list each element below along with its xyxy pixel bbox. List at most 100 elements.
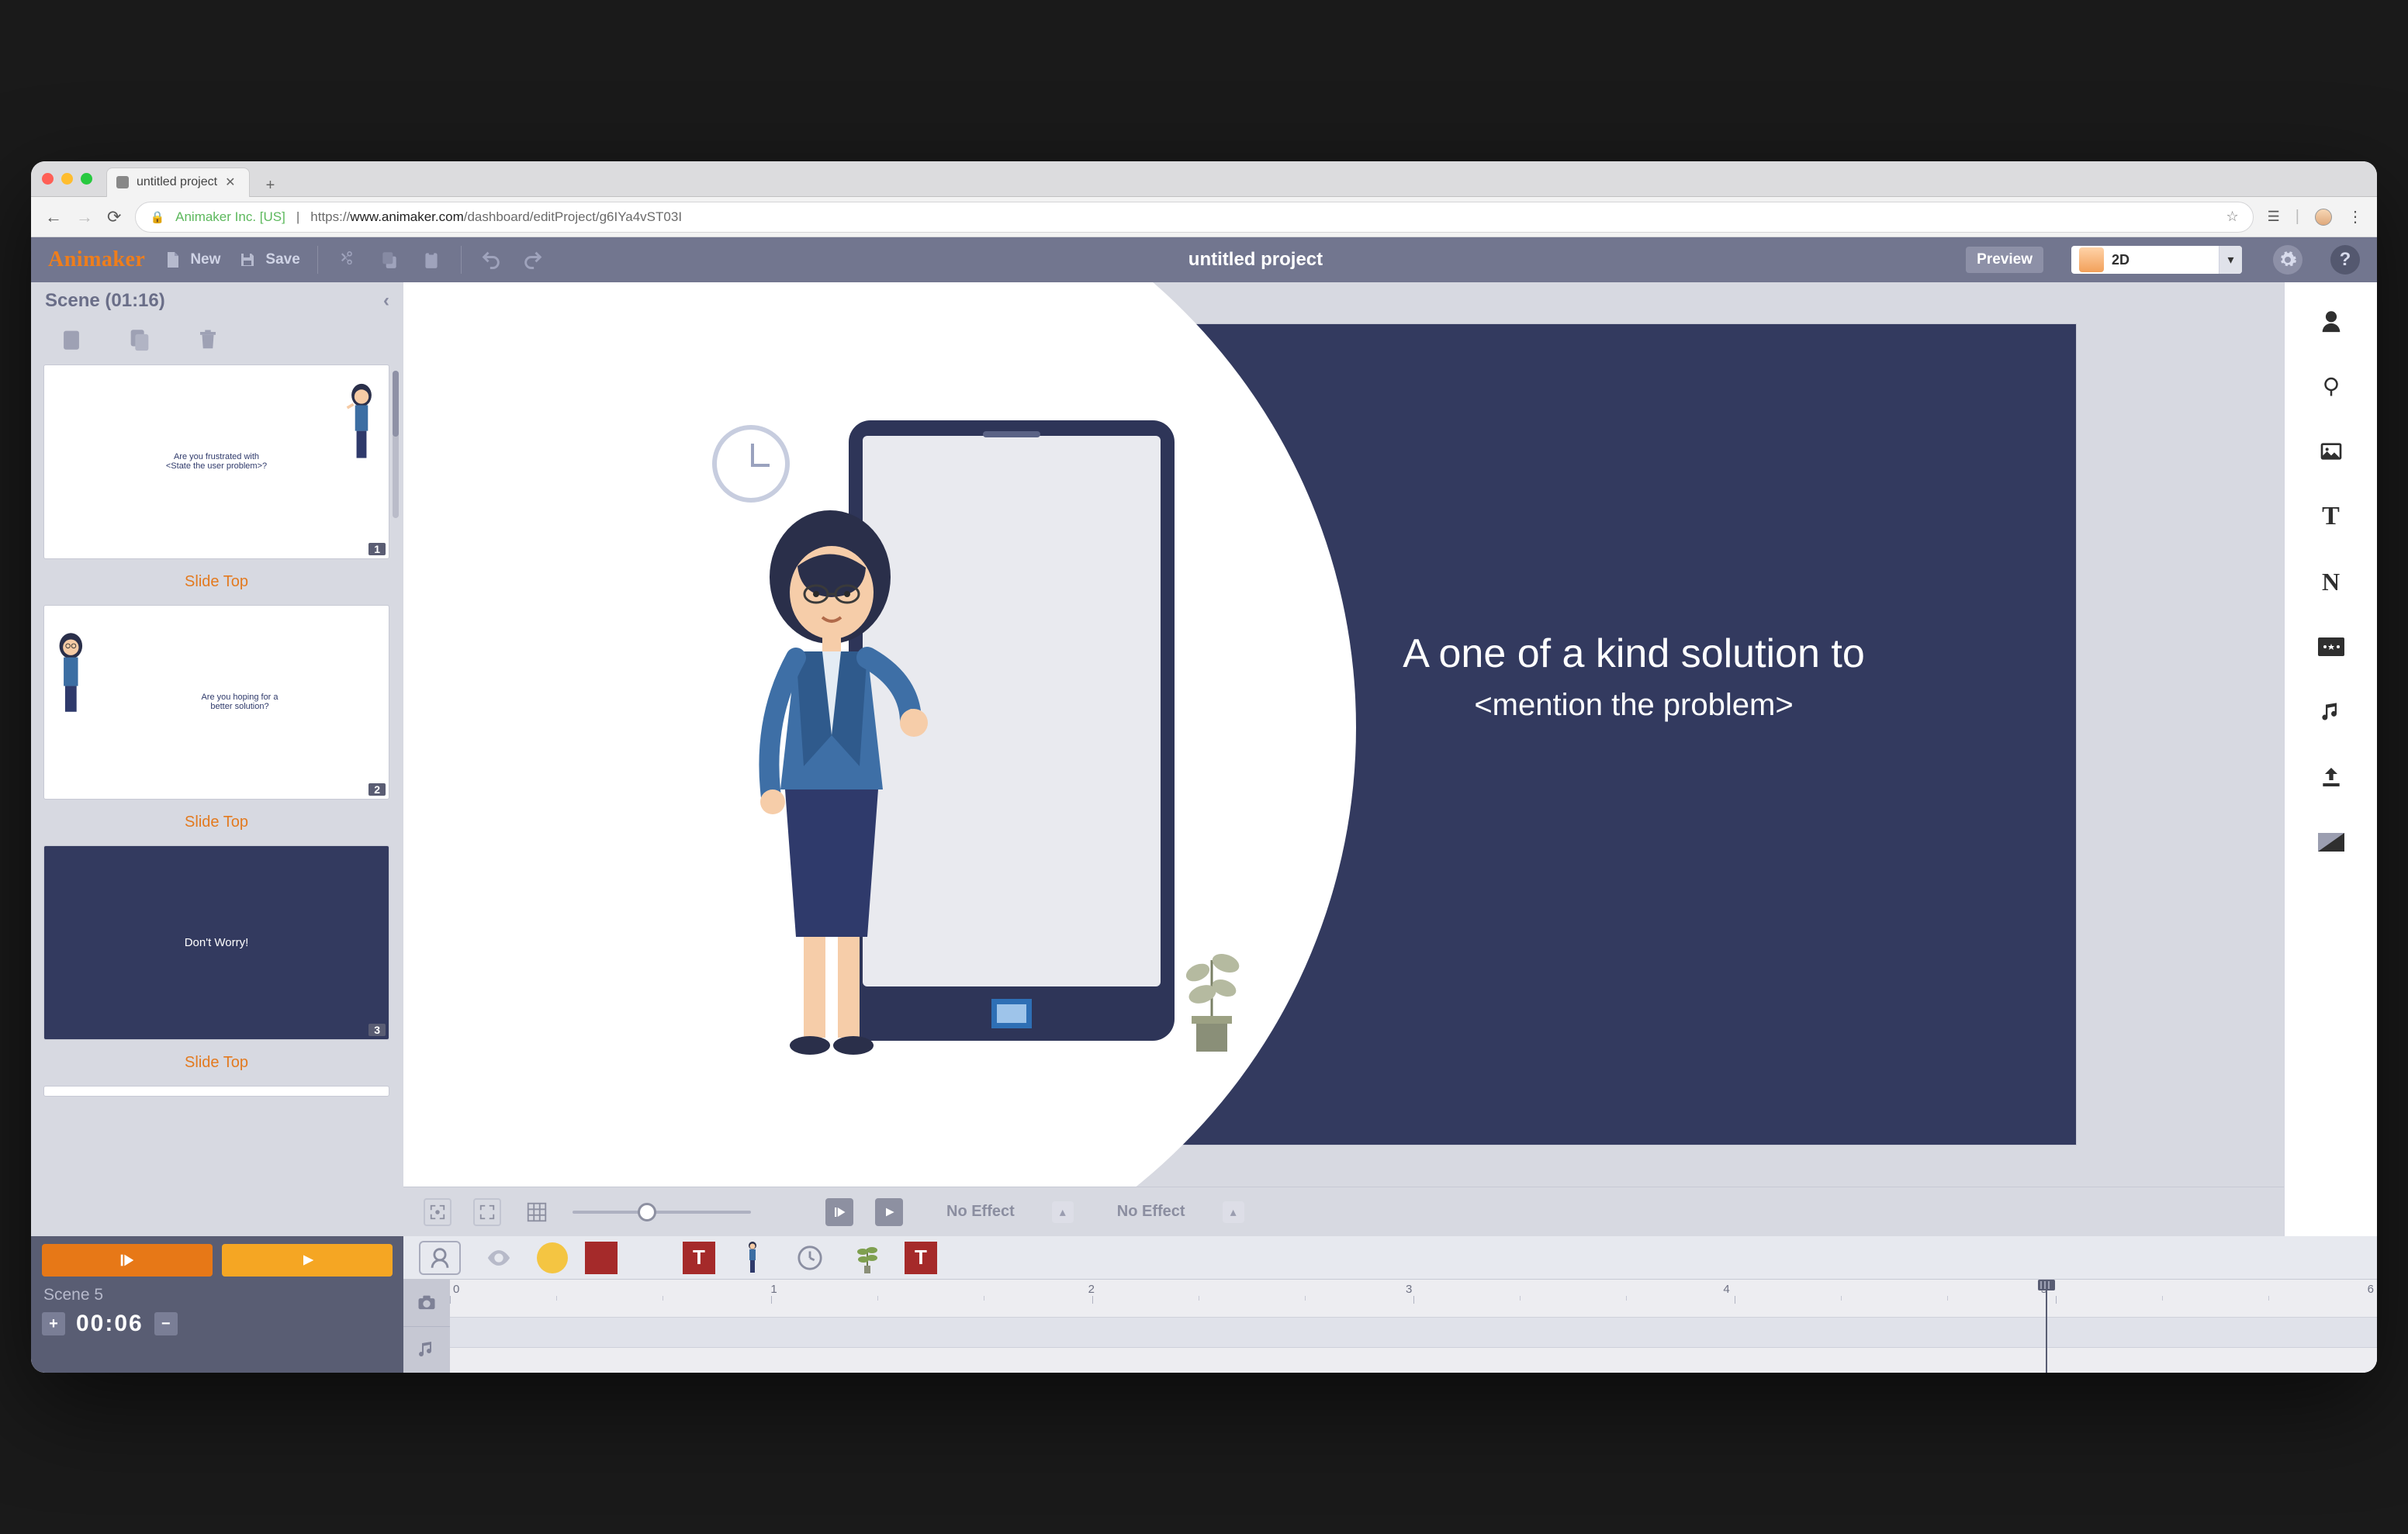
collapse-panel-icon[interactable]: ‹	[383, 290, 389, 312]
scenes-header-label: Scene (01:16)	[45, 290, 165, 312]
scene-number: 2	[368, 783, 386, 796]
scene-thumbnail[interactable]: Don't Worry! 3	[43, 845, 389, 1040]
maximize-window-icon[interactable]	[81, 173, 92, 185]
effect-in-button[interactable]: ▴	[1052, 1201, 1074, 1223]
fullscreen-icon[interactable]	[473, 1198, 501, 1226]
mode-selector[interactable]: 2D ▾	[2071, 246, 2242, 274]
asset-clock-icon[interactable]	[790, 1241, 830, 1275]
play-all-button[interactable]	[222, 1244, 393, 1277]
forward-button[interactable]: →	[76, 207, 93, 227]
clock-icon[interactable]	[712, 425, 790, 503]
characters-icon[interactable]	[2314, 304, 2348, 338]
transition-label[interactable]: Slide Top	[43, 1046, 389, 1086]
profile-avatar[interactable]	[2315, 209, 2332, 226]
paste-icon[interactable]	[419, 247, 444, 272]
undo-icon[interactable]	[479, 247, 503, 272]
scene-list[interactable]: Are you frustrated with <State the user …	[31, 364, 403, 1236]
asset-text-icon[interactable]: T	[905, 1242, 937, 1274]
playhead[interactable]	[2046, 1281, 2047, 1373]
playhead-handle-icon[interactable]	[2038, 1280, 2055, 1290]
close-tab-icon[interactable]: ✕	[225, 174, 235, 190]
effect-out-button[interactable]: ▴	[1223, 1201, 1244, 1223]
preview-button[interactable]: Preview	[1966, 247, 2043, 273]
new-tab-button[interactable]: +	[259, 175, 281, 197]
scene-thumbnail[interactable]: Are you hoping for a better solution? 2	[43, 605, 389, 800]
background-icon[interactable]	[2314, 825, 2348, 859]
transition-label[interactable]: Slide Top	[43, 806, 389, 845]
asset-plant-icon[interactable]	[847, 1241, 887, 1275]
redo-icon[interactable]	[521, 247, 545, 272]
scrollbar-thumb[interactable]	[393, 371, 399, 437]
save-button[interactable]: Save	[237, 250, 299, 270]
timeline-track-lane[interactable]	[450, 1317, 2377, 1348]
chrome-menu-icon[interactable]: ⋮	[2347, 207, 2363, 226]
add-scene-icon[interactable]	[54, 323, 88, 357]
time-increment-button[interactable]: +	[42, 1312, 65, 1335]
delete-scene-icon[interactable]	[191, 323, 225, 357]
center-view-icon[interactable]	[424, 1198, 452, 1226]
bookmark-star-icon[interactable]: ☆	[2226, 209, 2239, 225]
time-decrement-button[interactable]: −	[154, 1312, 178, 1335]
stage-viewport[interactable]: A one of a kind solution to <mention the…	[403, 282, 2284, 1187]
cut-icon[interactable]	[335, 247, 360, 272]
asset-character-icon[interactable]	[732, 1241, 773, 1275]
play-button[interactable]	[875, 1198, 903, 1226]
canvas-text-line2: <mention the problem>	[1238, 684, 2029, 726]
upload-icon[interactable]	[2314, 760, 2348, 794]
address-bar[interactable]: 🔒 Animaker Inc. [US] | https://www.anima…	[135, 202, 2253, 233]
props-icon[interactable]	[2314, 369, 2348, 403]
brand-logo[interactable]: Animaker	[48, 247, 145, 272]
copy-icon[interactable]	[377, 247, 402, 272]
grid-icon[interactable]	[523, 1198, 551, 1226]
scene-tools	[31, 320, 403, 364]
timeline-ruler[interactable]: 0123456	[450, 1280, 2377, 1373]
image-icon[interactable]	[2314, 434, 2348, 468]
mode-label: 2D	[2112, 252, 2129, 268]
character-prop[interactable]	[731, 503, 940, 1061]
app-toolbar: Animaker New Save untit	[31, 237, 2377, 282]
plant-prop[interactable]	[1168, 914, 1254, 1053]
back-button[interactable]: ←	[45, 207, 62, 227]
audio-track-icon[interactable]	[403, 1327, 450, 1373]
effects-icon[interactable]	[2314, 630, 2348, 664]
browser-tabs: untitled project ✕ +	[106, 161, 281, 197]
asset-text-icon[interactable]: T	[683, 1242, 715, 1274]
stage[interactable]: A one of a kind solution to <mention the…	[611, 323, 2077, 1145]
play-scene-button[interactable]	[42, 1244, 213, 1277]
main-area: Scene (01:16) ‹ Are you f	[31, 282, 2377, 1236]
zoom-slider[interactable]	[573, 1211, 751, 1214]
scenes-header: Scene (01:16) ‹	[31, 282, 403, 320]
help-button[interactable]: ?	[2330, 245, 2360, 275]
settings-button[interactable]	[2273, 245, 2302, 275]
play-buttons	[31, 1236, 403, 1284]
scene-thumbnail[interactable]	[43, 1086, 389, 1097]
browser-tab-active[interactable]: untitled project ✕	[106, 168, 250, 197]
duplicate-scene-icon[interactable]	[123, 323, 157, 357]
timecode-controls: + 00:06 −	[31, 1306, 403, 1342]
visibility-track-icon[interactable]	[478, 1241, 520, 1275]
mode-dropdown-icon[interactable]: ▾	[2219, 246, 2242, 274]
play-from-start-button[interactable]	[825, 1198, 853, 1226]
reload-button[interactable]: ⟳	[107, 207, 121, 227]
close-window-icon[interactable]	[42, 173, 54, 185]
scene-thumbnail[interactable]: Are you frustrated with <State the user …	[43, 364, 389, 559]
camera-track-icon[interactable]	[403, 1280, 450, 1327]
asset-rect-shape[interactable]	[585, 1242, 618, 1274]
numbers-icon[interactable]: N	[2314, 565, 2348, 599]
minimize-window-icon[interactable]	[61, 173, 73, 185]
transition-label[interactable]: Slide Top	[43, 565, 389, 605]
canvas-text[interactable]: A one of a kind solution to <mention the…	[1238, 627, 2029, 726]
text-icon[interactable]: T	[2314, 499, 2348, 534]
project-title[interactable]: untitled project	[1188, 249, 1323, 271]
effect-out-label[interactable]: No Effect	[1117, 1203, 1185, 1221]
new-button[interactable]: New	[162, 250, 220, 270]
asset-circle-shape[interactable]	[537, 1242, 568, 1273]
timeline-right: T T	[403, 1236, 2377, 1373]
music-icon[interactable]	[2314, 695, 2348, 729]
extension-icon[interactable]: ☰	[2268, 209, 2280, 225]
zoom-thumb[interactable]	[638, 1203, 656, 1221]
effect-in-label[interactable]: No Effect	[946, 1203, 1015, 1221]
url-text: https://www.animaker.com/dashboard/editP…	[310, 209, 682, 225]
canvas-area: A one of a kind solution to <mention the…	[403, 282, 2284, 1236]
character-track-icon[interactable]	[419, 1241, 461, 1275]
